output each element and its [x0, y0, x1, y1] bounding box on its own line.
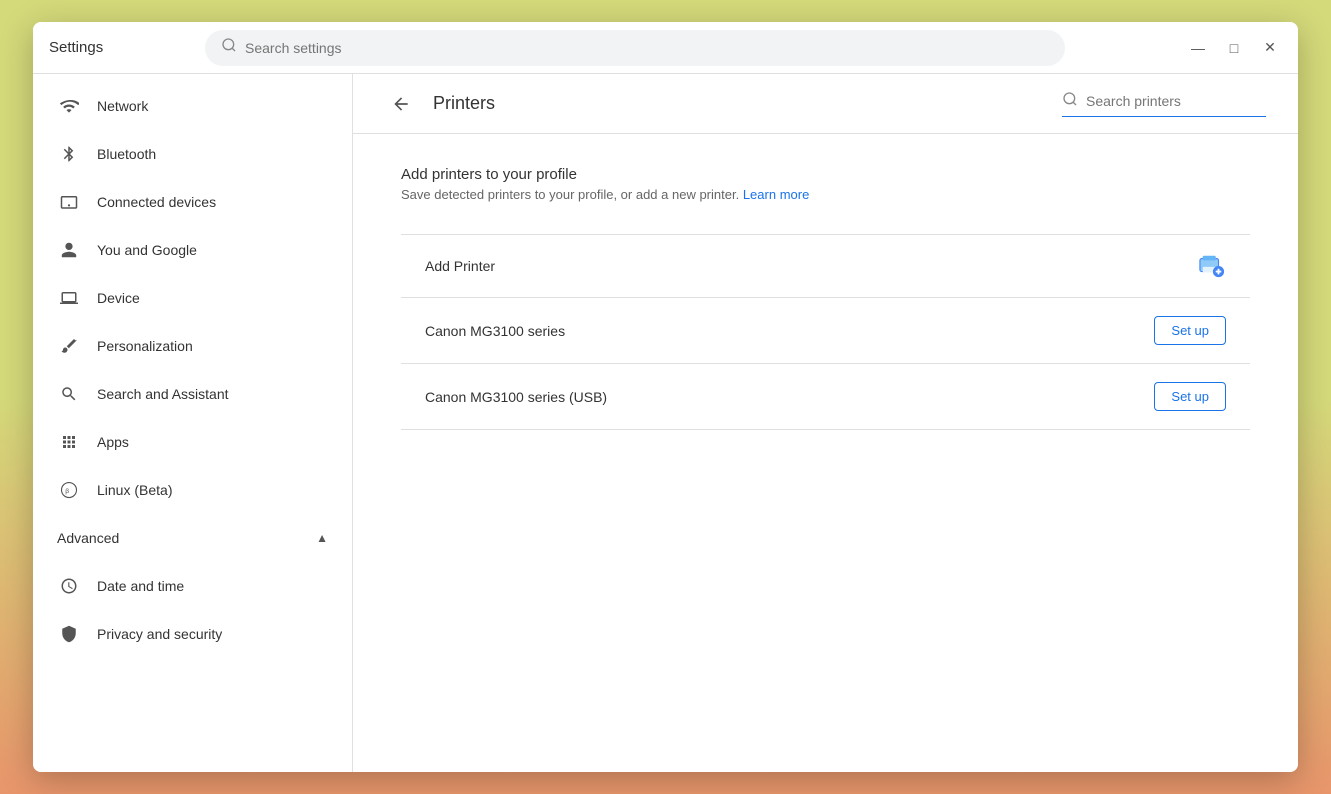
sidebar-item-label: Network — [97, 98, 148, 114]
page-title: Printers — [433, 93, 495, 114]
canon-mg3100-label: Canon MG3100 series — [425, 323, 1154, 339]
add-printers-title: Add printers to your profile — [401, 166, 1250, 183]
search-icon — [221, 37, 237, 58]
search-bar[interactable] — [205, 30, 1065, 66]
canon-mg3100-row: Canon MG3100 series Set up — [401, 298, 1250, 364]
search-printers[interactable] — [1062, 91, 1266, 117]
linux-icon: β — [57, 478, 81, 502]
chevron-up-icon: ▲ — [316, 531, 328, 545]
laptop-icon — [57, 286, 81, 310]
close-button[interactable]: ✕ — [1258, 36, 1282, 60]
maximize-button[interactable]: □ — [1222, 36, 1246, 60]
canon-mg3100-usb-setup-button[interactable]: Set up — [1154, 382, 1226, 411]
search-printers-icon — [1062, 91, 1078, 112]
advanced-section-header[interactable]: Advanced ▲ — [33, 514, 352, 562]
search-printers-input[interactable] — [1086, 93, 1266, 109]
sidebar-item-device[interactable]: Device — [33, 274, 352, 322]
advanced-label: Advanced — [57, 530, 119, 546]
sidebar-item-bluetooth[interactable]: Bluetooth — [33, 130, 352, 178]
add-printers-desc: Save detected printers to your profile, … — [401, 187, 1250, 202]
titlebar: Settings — □ ✕ — [33, 22, 1298, 74]
add-printer-action — [1198, 253, 1226, 279]
canon-mg3100-usb-label: Canon MG3100 series (USB) — [425, 389, 1154, 405]
sidebar-item-label: Connected devices — [97, 194, 216, 210]
clock-icon — [57, 574, 81, 598]
sidebar-item-date-and-time[interactable]: Date and time — [33, 562, 352, 610]
add-printers-section: Add printers to your profile Save detect… — [401, 166, 1250, 202]
sidebar-item-label: Apps — [97, 434, 129, 450]
sidebar-item-label: Date and time — [97, 578, 184, 594]
sidebar-item-label: Linux (Beta) — [97, 482, 172, 498]
content-header: Printers — [353, 74, 1298, 134]
sidebar-item-label: Privacy and security — [97, 626, 222, 642]
sidebar-item-label: Device — [97, 290, 140, 306]
shield-icon — [57, 622, 81, 646]
body: Network Bluetooth Connected devices — [33, 74, 1298, 772]
svg-text:β: β — [65, 488, 69, 495]
sidebar-item-network[interactable]: Network — [33, 82, 352, 130]
app-title: Settings — [49, 39, 189, 56]
search-input[interactable] — [245, 40, 1049, 56]
minimize-button[interactable]: — — [1186, 36, 1210, 60]
wifi-icon — [57, 94, 81, 118]
person-icon — [57, 238, 81, 262]
printers-list: Add Printer — [401, 234, 1250, 430]
sidebar-item-connected-devices[interactable]: Connected devices — [33, 178, 352, 226]
add-printer-label: Add Printer — [425, 258, 1198, 274]
canon-mg3100-action: Set up — [1154, 316, 1226, 345]
brush-icon — [57, 334, 81, 358]
back-button[interactable] — [385, 88, 417, 120]
sidebar-item-apps[interactable]: Apps — [33, 418, 352, 466]
main-content: Printers Add printers to your profile Sa… — [353, 74, 1298, 772]
sidebar-item-label: Bluetooth — [97, 146, 156, 162]
sidebar-item-personalization[interactable]: Personalization — [33, 322, 352, 370]
add-printer-icon[interactable] — [1198, 253, 1226, 279]
canon-mg3100-setup-button[interactable]: Set up — [1154, 316, 1226, 345]
sidebar-item-label: You and Google — [97, 242, 197, 258]
sidebar-item-search-and-assistant[interactable]: Search and Assistant — [33, 370, 352, 418]
sidebar-item-linux-beta[interactable]: β Linux (Beta) — [33, 466, 352, 514]
sidebar-item-label: Search and Assistant — [97, 386, 229, 402]
bluetooth-icon — [57, 142, 81, 166]
sidebar-item-privacy-and-security[interactable]: Privacy and security — [33, 610, 352, 658]
content-body: Add printers to your profile Save detect… — [353, 134, 1298, 462]
settings-window: Settings — □ ✕ Network — [33, 22, 1298, 772]
apps-icon — [57, 430, 81, 454]
add-printer-row[interactable]: Add Printer — [401, 234, 1250, 298]
add-printers-desc-text: Save detected printers to your profile, … — [401, 187, 739, 202]
learn-more-link[interactable]: Learn more — [743, 187, 809, 202]
sidebar: Network Bluetooth Connected devices — [33, 74, 353, 772]
canon-mg3100-usb-row: Canon MG3100 series (USB) Set up — [401, 364, 1250, 430]
sidebar-item-label: Personalization — [97, 338, 193, 354]
tablet-icon — [57, 190, 81, 214]
canon-mg3100-usb-action: Set up — [1154, 382, 1226, 411]
search-and-assistant-icon — [57, 382, 81, 406]
window-controls: — □ ✕ — [1186, 36, 1282, 60]
sidebar-item-you-and-google[interactable]: You and Google — [33, 226, 352, 274]
